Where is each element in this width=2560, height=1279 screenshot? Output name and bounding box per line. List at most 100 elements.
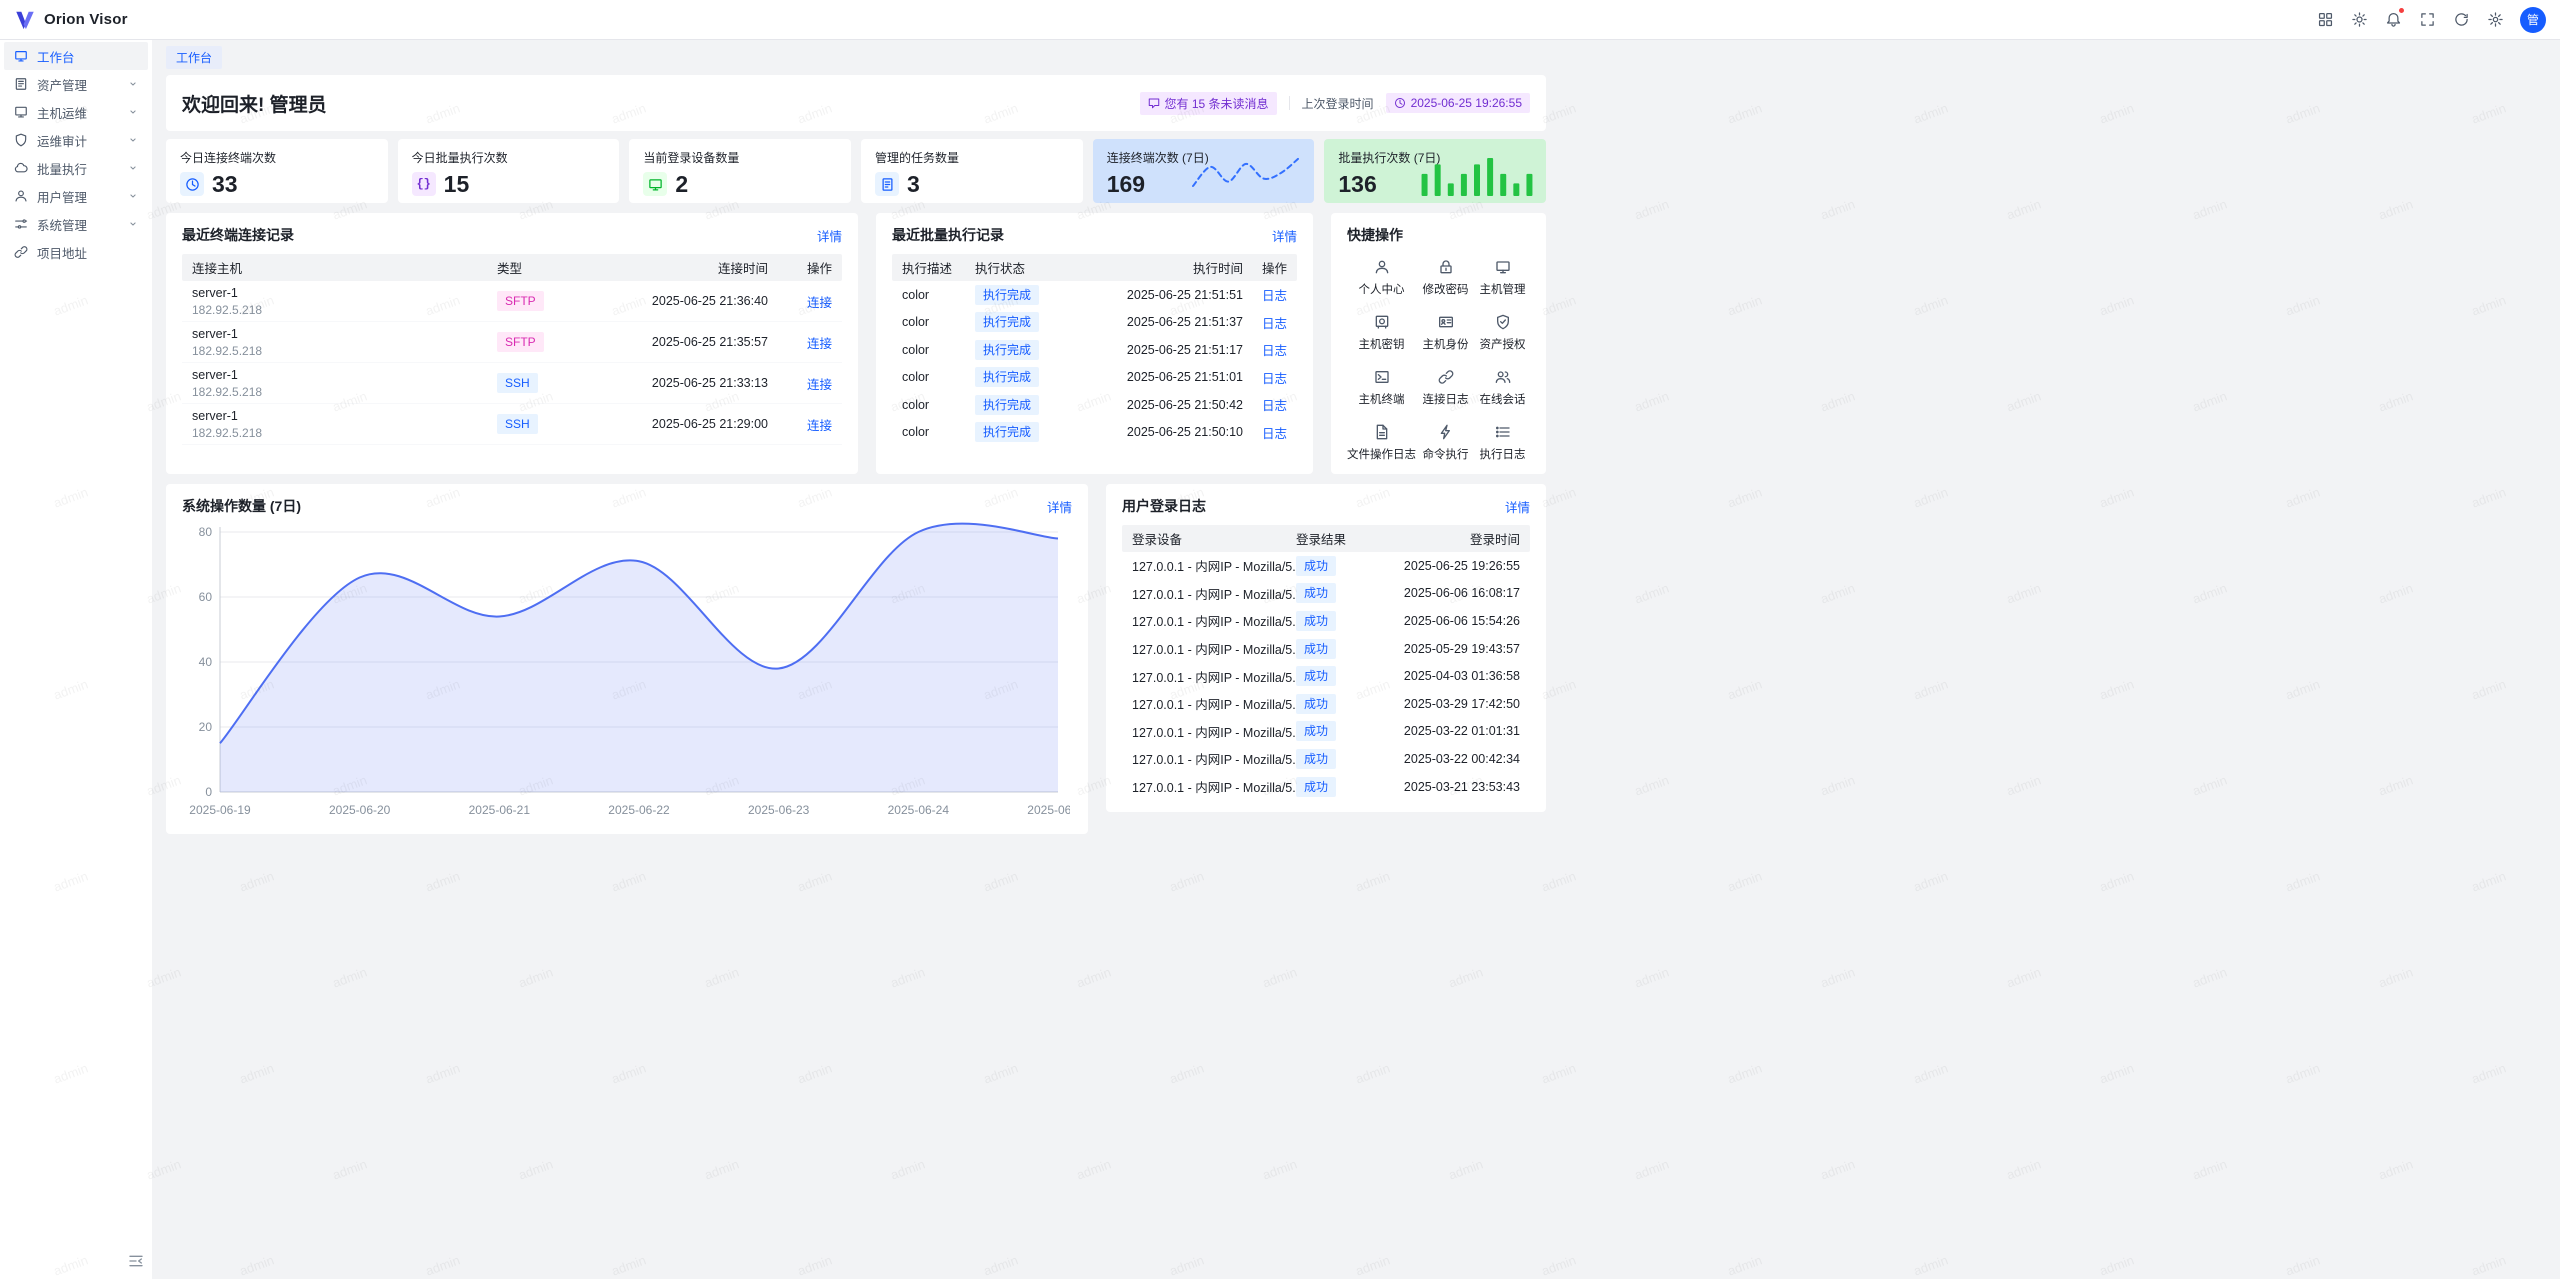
table-header: 连接主机 类型 连接时间 操作: [182, 254, 842, 281]
welcome-banner: 欢迎回来! 管理员 您有 15 条未读消息 上次登录时间 2025-06-25 …: [166, 75, 1546, 131]
connect-link[interactable]: 连接: [807, 378, 832, 392]
login-time: 2025-06-06 16:08:17: [1374, 586, 1520, 600]
quick-action-host-identity[interactable]: 主机身份: [1423, 314, 1469, 352]
login-device: 127.0.0.1 - 内网IP - Mozilla/5.0 (Windows …: [1132, 694, 1296, 713]
stat-value: 169: [1107, 171, 1145, 197]
fullscreen-icon[interactable]: [2414, 7, 2440, 33]
status-badge: 执行完成: [975, 285, 1039, 305]
column-header: 连接主机: [192, 258, 497, 277]
protocol-badge: SFTP: [497, 332, 544, 352]
sidebar-item-users[interactable]: 用户管理: [4, 182, 148, 210]
connect-link[interactable]: 连接: [807, 419, 832, 433]
login-device: 127.0.0.1 - 内网IP - Mozilla/5.0 (Windows …: [1132, 639, 1296, 658]
quick-action-host-terminal[interactable]: 主机终端: [1359, 369, 1405, 407]
host-name: server-1: [192, 286, 497, 301]
result-cell: 成功: [1296, 721, 1374, 741]
quick-action-asset-grant[interactable]: 资产授权: [1480, 314, 1526, 352]
host-name: server-1: [192, 409, 497, 424]
host-cell: server-1182.92.5.218: [192, 327, 497, 358]
svg-text:2025-06-24: 2025-06-24: [888, 803, 950, 817]
quick-action-label: 修改密码: [1423, 281, 1469, 297]
apps-grid-icon[interactable]: [2312, 7, 2338, 33]
sidebar-item-system[interactable]: 系统管理: [4, 210, 148, 238]
login-time: 2025-03-22 00:42:34: [1374, 752, 1520, 766]
success-badge: 成功: [1296, 639, 1336, 659]
quick-action-connect-logs[interactable]: 连接日志: [1423, 369, 1469, 407]
terminal-detail-link[interactable]: 详情: [817, 226, 842, 245]
login-detail-link[interactable]: 详情: [1505, 497, 1530, 516]
sidebar-item-workbench[interactable]: 工作台: [4, 42, 148, 70]
log-link[interactable]: 日志: [1262, 289, 1287, 303]
stat-value: 15: [444, 171, 470, 197]
theme-sun-icon[interactable]: [2346, 7, 2372, 33]
link-icon: [1438, 369, 1454, 385]
quick-action-command-exec[interactable]: 命令执行: [1423, 424, 1469, 462]
status-badge: 执行完成: [975, 340, 1039, 360]
breadcrumb-item-workbench[interactable]: 工作台: [166, 46, 222, 69]
execution-description: color: [902, 398, 975, 412]
log-link[interactable]: 日志: [1262, 372, 1287, 386]
svg-text:20: 20: [199, 720, 213, 734]
log-link[interactable]: 日志: [1262, 344, 1287, 358]
action-cell: 日志: [1243, 395, 1287, 414]
monitor-icon: [1495, 259, 1511, 275]
sidebar-item-host-ops[interactable]: 主机运维: [4, 98, 148, 126]
execution-time: 2025-06-25 21:51:51: [1083, 288, 1243, 302]
action-cell: 连接: [768, 333, 832, 352]
quick-action-file-logs[interactable]: 文件操作日志: [1347, 424, 1416, 462]
execution-time: 2025-06-25 21:51:17: [1083, 343, 1243, 357]
shield-check-icon: [1495, 314, 1511, 330]
chart-detail-link[interactable]: 详情: [1047, 497, 1072, 516]
sidebar-item-assets[interactable]: 资产管理: [4, 70, 148, 98]
refresh-icon[interactable]: [2448, 7, 2474, 33]
system-operations-panel: 系统操作数量 (7日) 详情 0204060802025-06-192025-0…: [166, 484, 1088, 834]
result-cell: 成功: [1296, 694, 1374, 714]
quick-action-label: 个人中心: [1359, 281, 1405, 297]
sidebar-item-batch[interactable]: 批量执行: [4, 154, 148, 182]
svg-text:80: 80: [199, 525, 213, 539]
last-login-time-badge: 2025-06-25 19:26:55: [1386, 93, 1530, 113]
batch-detail-link[interactable]: 详情: [1272, 226, 1297, 245]
quick-action-label: 主机管理: [1480, 281, 1526, 297]
sidebar-collapse-button[interactable]: [128, 1253, 144, 1269]
quick-action-exec-logs[interactable]: 执行日志: [1480, 424, 1526, 462]
top-header: Orion Visor 管: [0, 0, 2560, 40]
user-avatar[interactable]: 管: [2520, 7, 2546, 33]
table-row: server-1182.92.5.218SFTP2025-06-25 21:35…: [182, 322, 842, 363]
quick-action-password[interactable]: 修改密码: [1423, 259, 1469, 297]
protocol-badge: SSH: [497, 373, 538, 393]
quick-action-profile[interactable]: 个人中心: [1359, 259, 1405, 297]
success-badge: 成功: [1296, 749, 1336, 769]
svg-text:2025-06-21: 2025-06-21: [469, 803, 531, 817]
log-link[interactable]: 日志: [1262, 317, 1287, 331]
quick-action-online-sessions[interactable]: 在线会话: [1480, 369, 1526, 407]
success-badge: 成功: [1296, 556, 1336, 576]
sidebar-item-label: 运维审计: [37, 131, 87, 150]
login-device: 127.0.0.1 - 内网IP - Mozilla/5.0 (Windows …: [1132, 667, 1296, 686]
chevron-down-icon: [128, 219, 138, 229]
table-header: 执行描述 执行状态 执行时间 操作: [892, 254, 1297, 281]
unread-messages-text: 您有 15 条未读消息: [1165, 95, 1269, 112]
quick-action-label: 主机终端: [1359, 391, 1405, 407]
quick-action-host-manage[interactable]: 主机管理: [1480, 259, 1526, 297]
result-cell: 成功: [1296, 666, 1374, 686]
host-cell: server-1182.92.5.218: [192, 368, 497, 399]
table-row: 127.0.0.1 - 内网IP - Mozilla/5.0 (Windows …: [1122, 718, 1530, 746]
action-cell: 日志: [1243, 368, 1287, 387]
notification-bell-icon[interactable]: [2380, 7, 2406, 33]
protocol-badge: SSH: [497, 414, 538, 434]
host-cell: server-1182.92.5.218: [192, 409, 497, 440]
table-row: color执行完成2025-06-25 21:50:42日志: [892, 391, 1297, 419]
quick-action-host-keys[interactable]: 主机密钥: [1359, 314, 1405, 352]
action-cell: 日志: [1243, 340, 1287, 359]
sidebar-item-audit[interactable]: 运维审计: [4, 126, 148, 154]
log-link[interactable]: 日志: [1262, 399, 1287, 413]
stat-value: 2: [675, 171, 688, 197]
connect-link[interactable]: 连接: [807, 337, 832, 351]
panel-title: 系统操作数量 (7日): [182, 496, 301, 516]
settings-gear-icon[interactable]: [2482, 7, 2508, 33]
connect-link[interactable]: 连接: [807, 296, 832, 310]
unread-messages-badge[interactable]: 您有 15 条未读消息: [1140, 92, 1277, 115]
sidebar-item-project-link[interactable]: 项目地址: [4, 238, 148, 266]
log-link[interactable]: 日志: [1262, 427, 1287, 441]
